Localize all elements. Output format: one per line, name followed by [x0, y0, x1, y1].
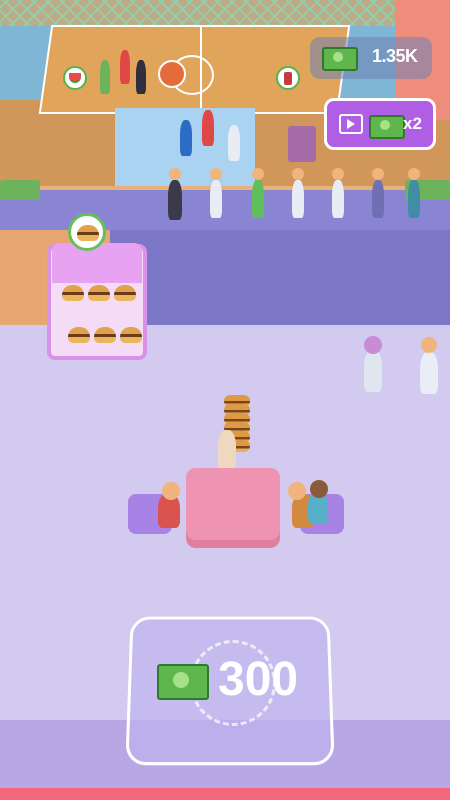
customer	[136, 60, 146, 94]
customer-head	[364, 336, 382, 354]
customer-head	[372, 168, 384, 180]
fence	[0, 0, 450, 26]
video-icon	[339, 114, 363, 134]
customer	[210, 180, 222, 218]
customer	[100, 60, 110, 94]
watermelon-icon	[63, 66, 87, 90]
burger-icon	[120, 327, 142, 343]
customer	[332, 180, 344, 218]
cash-icon	[369, 115, 405, 139]
cash-icon	[157, 664, 209, 700]
customer-head	[252, 168, 264, 180]
customer-head	[310, 480, 328, 498]
burger-icon	[88, 285, 110, 301]
burger-icon	[62, 285, 84, 301]
customer	[420, 352, 438, 394]
double-money-ad-button[interactable]: x2	[324, 98, 436, 150]
money-amount: 1.35K	[372, 46, 418, 66]
customer-head	[288, 482, 306, 500]
dining-table[interactable]	[186, 468, 280, 540]
burger-icon	[77, 225, 99, 241]
burger-icon	[68, 327, 90, 343]
boost-multiplier: x2	[403, 114, 422, 133]
customer	[202, 110, 214, 146]
customer	[168, 180, 182, 220]
customer	[372, 180, 384, 218]
customer	[252, 180, 264, 218]
burger-request-bubble	[68, 213, 106, 251]
customer-head	[332, 168, 344, 180]
cash-icon	[322, 47, 358, 71]
bench	[0, 180, 40, 200]
customer	[292, 180, 304, 218]
shelf-burgers	[60, 285, 142, 345]
customer-head	[421, 337, 437, 353]
customer	[408, 180, 420, 218]
player-character[interactable]	[218, 430, 236, 470]
customer	[120, 50, 130, 84]
customer-head	[210, 168, 222, 180]
burger-icon	[114, 285, 136, 301]
customer-head	[408, 168, 420, 180]
customer	[180, 120, 192, 156]
customer-head	[162, 482, 180, 500]
customer	[228, 125, 240, 161]
customer-head	[292, 168, 304, 180]
floor-edge	[0, 788, 450, 800]
customer-head	[169, 168, 181, 180]
burger-icon	[94, 327, 116, 343]
unlock-cost: 300	[218, 653, 299, 706]
shelf-top	[52, 243, 142, 283]
customer	[364, 350, 382, 392]
